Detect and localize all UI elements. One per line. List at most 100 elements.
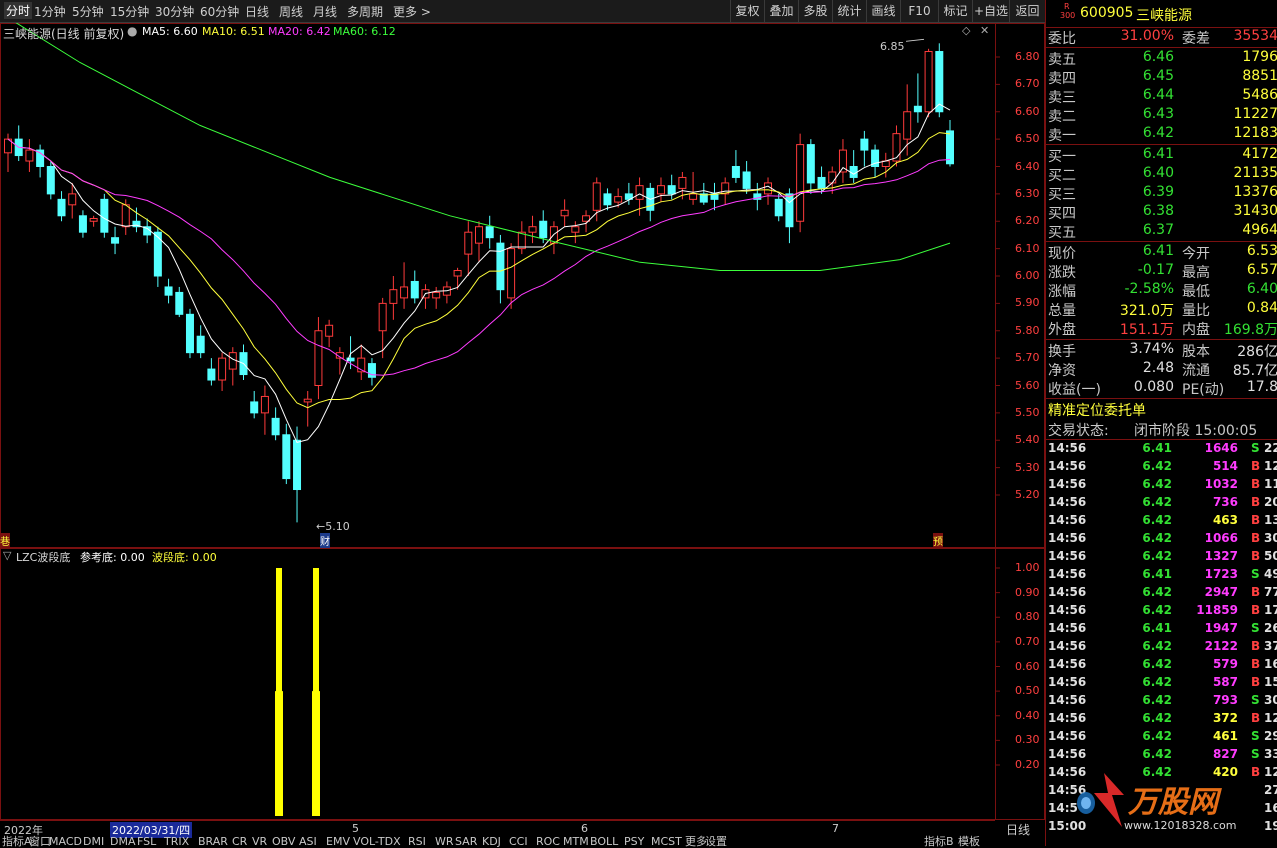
tab-monthly[interactable]: 月线 bbox=[313, 3, 337, 20]
back-button[interactable]: 返回 bbox=[1009, 0, 1045, 22]
trade-direction: S bbox=[1251, 693, 1260, 707]
add-watchlist-button[interactable]: +自选 bbox=[972, 0, 1009, 22]
bid-row[interactable]: 买二 6.40 21135 bbox=[1046, 165, 1277, 184]
candle-body bbox=[689, 193, 698, 200]
kline-chart-canvas[interactable] bbox=[0, 23, 1045, 548]
trade-count: 50 bbox=[1264, 549, 1277, 563]
tab-more-label: 更多 bbox=[393, 5, 418, 19]
book-level-label: 买三 bbox=[1048, 187, 1076, 203]
candle-body bbox=[185, 313, 194, 354]
indicator-tab[interactable]: FSL bbox=[137, 836, 156, 848]
trade-direction: B bbox=[1251, 603, 1261, 617]
tab-1min[interactable]: 1分钟 bbox=[34, 3, 66, 20]
candle-body bbox=[742, 171, 751, 189]
indicator-tab[interactable]: EMV bbox=[326, 836, 350, 848]
indicator-tab[interactable]: MCST bbox=[651, 836, 682, 848]
indicator-panel[interactable]: ▽ LZC波段底 参考底: 0.00 波段底: 0.00 1.00 0.90 0.8… bbox=[0, 548, 1045, 820]
event-marker-left[interactable]: 巷 bbox=[0, 533, 10, 548]
trade-count: 15 bbox=[1264, 675, 1277, 689]
tab-5min[interactable]: 5分钟 bbox=[72, 3, 104, 20]
trade-direction: B bbox=[1251, 675, 1261, 689]
tab-multi-period[interactable]: 多周期 bbox=[347, 3, 383, 20]
f10-button[interactable]: F10 bbox=[900, 0, 938, 22]
trade-count: 29 bbox=[1264, 729, 1277, 743]
indicator-tab[interactable]: 更多 bbox=[685, 836, 707, 848]
diamond-icon[interactable]: ◇ bbox=[962, 24, 970, 37]
indicator-tab[interactable]: 指标A bbox=[2, 836, 32, 848]
indicator-tab[interactable]: 设置 bbox=[705, 836, 727, 848]
indicator-tab[interactable]: PSY bbox=[624, 836, 644, 848]
trade-volume: 793 bbox=[1212, 693, 1238, 707]
tab-more[interactable]: 更多 > bbox=[393, 3, 431, 20]
indicator-b-tab[interactable]: 模板 bbox=[958, 836, 980, 848]
indicator-tab[interactable]: BOLL bbox=[590, 836, 618, 848]
candle-body bbox=[764, 182, 773, 195]
ask-row[interactable]: 卖四 6.45 8851 bbox=[1046, 68, 1277, 87]
trade-price: 6.42 bbox=[1142, 603, 1172, 617]
forecast-marker[interactable]: 预 bbox=[933, 533, 943, 548]
indicator-canvas[interactable] bbox=[0, 548, 1045, 820]
ask-row[interactable]: 卖一 6.42 12183 bbox=[1046, 125, 1277, 144]
tab-weekly[interactable]: 周线 bbox=[279, 3, 303, 20]
trade-price: 6.42 bbox=[1142, 657, 1172, 671]
stat-value: 151.1万 bbox=[1119, 322, 1174, 338]
indicator-tab[interactable]: 窗口 bbox=[29, 836, 51, 848]
precise-order-link[interactable]: 精准定位委托单 bbox=[1046, 400, 1277, 419]
fuquan-button[interactable]: 复权 bbox=[730, 0, 764, 22]
bid-row[interactable]: 买三 6.39 13376 bbox=[1046, 184, 1277, 203]
indicator-tick-label: 0.70 bbox=[1015, 634, 1040, 648]
ask-row[interactable]: 卖三 6.44 5486 bbox=[1046, 87, 1277, 106]
indicator-tab[interactable]: ASI bbox=[299, 836, 317, 848]
indicator-tab[interactable]: ROC bbox=[536, 836, 560, 848]
book-volume: 11227 bbox=[1233, 106, 1277, 122]
tab-fenshi[interactable]: 分时 bbox=[4, 2, 33, 19]
ma10-label: MA10: 6.51 bbox=[202, 25, 265, 38]
candle-body bbox=[560, 209, 569, 217]
indicator-tab[interactable]: CR bbox=[232, 836, 247, 848]
indicator-tab[interactable]: BRAR bbox=[198, 836, 228, 848]
ask-row[interactable]: 卖五 6.46 1796 bbox=[1046, 49, 1277, 68]
book-level-label: 卖四 bbox=[1048, 71, 1076, 87]
bid-row[interactable]: 买五 6.37 4964 bbox=[1046, 222, 1277, 241]
book-level-label: 买二 bbox=[1048, 168, 1076, 184]
indicator-tab[interactable]: DMI bbox=[83, 836, 104, 848]
indicator-tab[interactable]: RSI bbox=[408, 836, 426, 848]
indicator-tab[interactable]: WR bbox=[435, 836, 454, 848]
trade-volume: 579 bbox=[1212, 657, 1238, 671]
tab-15min[interactable]: 15分钟 bbox=[110, 3, 149, 20]
bid-row[interactable]: 买一 6.41 4172 bbox=[1046, 146, 1277, 165]
tab-60min[interactable]: 60分钟 bbox=[200, 3, 239, 20]
price-tick-label: 5.30 bbox=[1015, 460, 1040, 474]
indicator-b-tab[interactable]: 指标B bbox=[924, 836, 954, 848]
close-icon[interactable]: ✕ bbox=[980, 24, 989, 37]
bid-row[interactable]: 买四 6.38 31430 bbox=[1046, 203, 1277, 222]
finance-marker[interactable]: 财 bbox=[320, 533, 330, 548]
settings-circle-icon[interactable]: ● bbox=[127, 24, 137, 38]
mark-button[interactable]: 标记 bbox=[938, 0, 972, 22]
indicator-tab[interactable]: VOL-TDX bbox=[353, 836, 401, 848]
indicator-tick-label: 0.90 bbox=[1015, 585, 1040, 599]
indicator-tab[interactable]: KDJ bbox=[482, 836, 501, 848]
indicator-tab[interactable]: SAR bbox=[455, 836, 477, 848]
indicator-tab[interactable]: TRIX bbox=[164, 836, 189, 848]
indicator-tab[interactable]: MACD bbox=[49, 836, 82, 848]
chart-title: 三峡能源(日线 前复权) bbox=[3, 27, 125, 41]
draw-line-button[interactable]: 画线 bbox=[866, 0, 900, 22]
stats-button[interactable]: 统计 bbox=[832, 0, 866, 22]
indicator-tab[interactable]: DMA bbox=[110, 836, 136, 848]
kline-chart-panel[interactable]: 三峡能源(日线 前复权) ● MA5: 6.60 MA10: 6.51 MA20… bbox=[0, 23, 1045, 548]
indicator-tab[interactable]: MTM bbox=[563, 836, 589, 848]
ask-row[interactable]: 卖二 6.43 11227 bbox=[1046, 106, 1277, 125]
indicator-tab[interactable]: VR bbox=[252, 836, 267, 848]
indicator-tab[interactable]: OBV bbox=[272, 836, 295, 848]
indicator-settings-icon[interactable]: ▽ bbox=[3, 549, 11, 562]
trade-time: 14:56 bbox=[1048, 441, 1087, 455]
candle-body bbox=[785, 193, 794, 228]
indicator-tab[interactable]: CCI bbox=[509, 836, 528, 848]
multi-stock-button[interactable]: 多股 bbox=[798, 0, 832, 22]
tab-daily[interactable]: 日线 bbox=[245, 3, 269, 20]
tab-30min[interactable]: 30分钟 bbox=[155, 3, 194, 20]
overlay-button[interactable]: 叠加 bbox=[764, 0, 798, 22]
month-label-5: 5 bbox=[352, 822, 359, 835]
trade-volume: 2122 bbox=[1204, 639, 1238, 653]
